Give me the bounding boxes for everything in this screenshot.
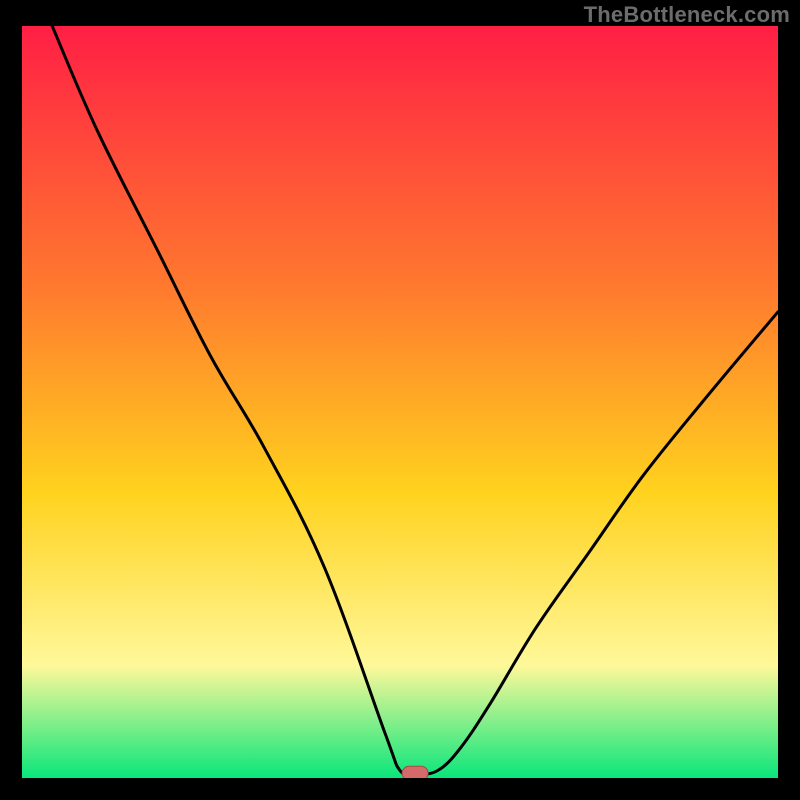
optimal-marker (402, 766, 428, 778)
chart-frame: TheBottleneck.com (0, 0, 800, 800)
bottleneck-chart (22, 26, 778, 778)
plot-area (22, 26, 778, 778)
watermark-text: TheBottleneck.com (584, 2, 790, 28)
gradient-background (22, 26, 778, 778)
